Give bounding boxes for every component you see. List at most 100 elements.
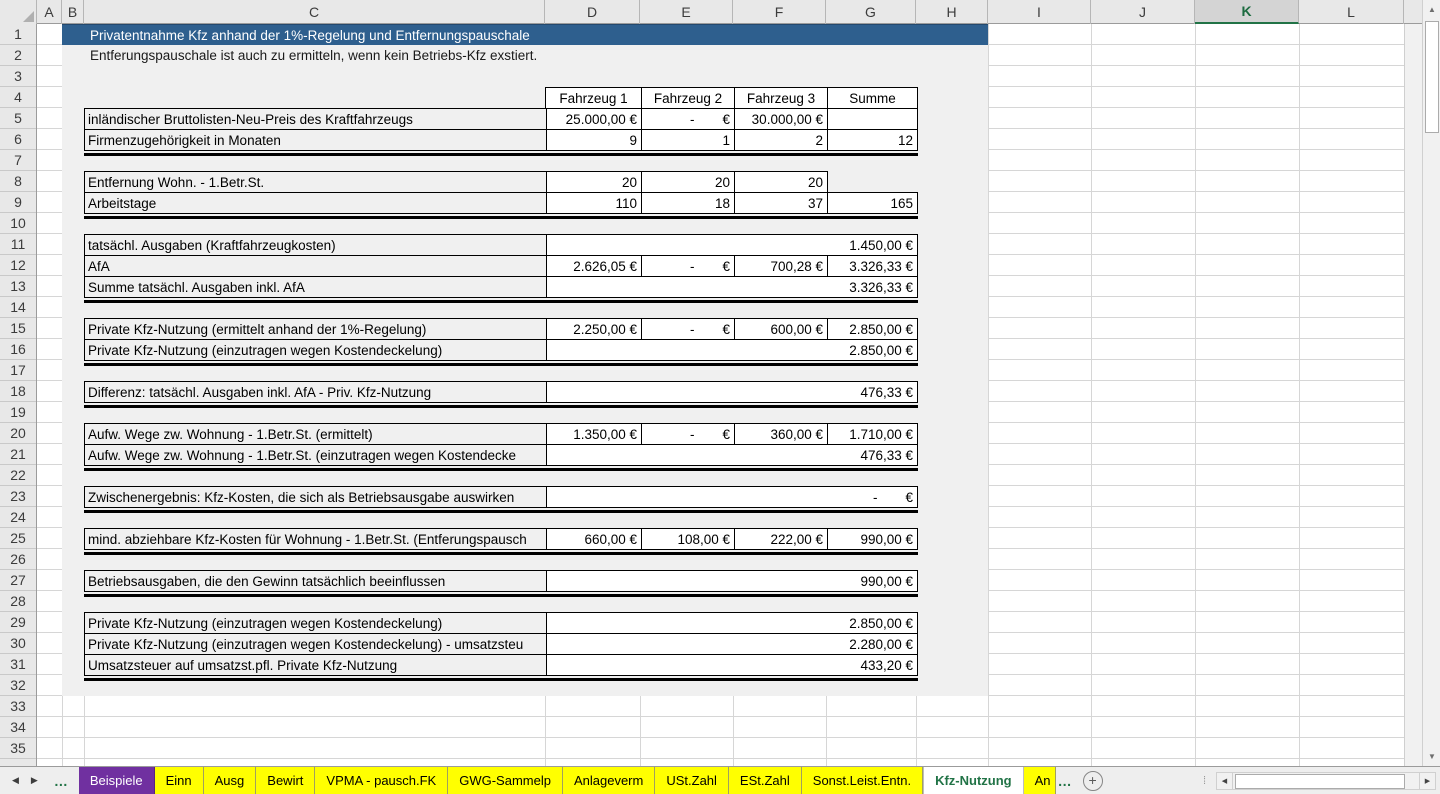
- worksheet-grid[interactable]: Privatentnahme Kfz anhand der 1%-Regelun…: [37, 24, 1404, 766]
- row-label-cell[interactable]: Firmenzugehörigkeit in Monaten: [85, 130, 546, 150]
- value-cell[interactable]: 12: [827, 130, 917, 150]
- row-header-16[interactable]: 16: [0, 339, 36, 360]
- vertical-scroll-thumb[interactable]: [1425, 21, 1439, 133]
- value-cell[interactable]: 2.850,00 €: [827, 319, 917, 339]
- merged-value-cell[interactable]: 1.450,00 €: [546, 235, 917, 255]
- column-header-I[interactable]: I: [988, 0, 1091, 24]
- tabs-overflow-right-icon[interactable]: …: [1058, 773, 1073, 789]
- scroll-right-icon[interactable]: ▶: [1419, 772, 1436, 790]
- row-label-cell[interactable]: Arbeitstage: [85, 193, 546, 213]
- horizontal-scroll-thumb[interactable]: [1235, 774, 1405, 789]
- column-header-E[interactable]: E: [640, 0, 733, 24]
- column-header-L[interactable]: L: [1299, 0, 1404, 24]
- add-sheet-button[interactable]: +: [1083, 771, 1103, 791]
- row-header-13[interactable]: 13: [0, 276, 36, 297]
- value-cell[interactable]: 37: [734, 193, 827, 213]
- horizontal-scroll-track[interactable]: [1233, 772, 1419, 790]
- row-label-cell[interactable]: Summe tatsächl. Ausgaben inkl. AfA: [85, 277, 546, 297]
- column-header-H[interactable]: H: [916, 0, 988, 24]
- value-cell[interactable]: 2.626,05 €: [546, 256, 641, 276]
- row-header-3[interactable]: 3: [0, 66, 36, 87]
- row-header-22[interactable]: 22: [0, 465, 36, 486]
- vertical-scrollbar[interactable]: ▲ ▼: [1422, 0, 1440, 766]
- sheet-tab-an[interactable]: An: [1024, 767, 1056, 794]
- column-header-J[interactable]: J: [1091, 0, 1195, 24]
- row-header-21[interactable]: 21: [0, 444, 36, 465]
- value-cell[interactable]: 25.000,00 €: [546, 109, 641, 129]
- row-label-cell[interactable]: Aufw. Wege zw. Wohnung - 1.Betr.St. (erm…: [85, 424, 546, 444]
- sheet-tab-kfz-nutzung[interactable]: Kfz-Nutzung: [923, 767, 1024, 794]
- merged-value-cell[interactable]: 3.326,33 €: [546, 277, 917, 297]
- value-cell[interactable]: -€: [641, 424, 734, 444]
- select-all-corner[interactable]: [0, 0, 37, 24]
- row-header-26[interactable]: 26: [0, 549, 36, 570]
- row-label-cell[interactable]: inländischer Bruttolisten-Neu-Preis des …: [85, 109, 546, 129]
- row-header-5[interactable]: 5: [0, 108, 36, 129]
- sheet-tab-bewirt[interactable]: Bewirt: [256, 767, 315, 794]
- value-cell[interactable]: 165: [827, 193, 917, 213]
- merged-value-cell[interactable]: -€: [546, 487, 917, 507]
- tab-splitter-icon[interactable]: ⁞: [1203, 775, 1206, 787]
- value-cell[interactable]: 20: [734, 172, 827, 192]
- sheet-tab-ausg[interactable]: Ausg: [204, 767, 257, 794]
- column-header-D[interactable]: D: [545, 0, 640, 24]
- row-label-cell[interactable]: Private Kfz-Nutzung (ermittelt anhand de…: [85, 319, 546, 339]
- row-header-19[interactable]: 19: [0, 402, 36, 423]
- column-header-C[interactable]: C: [84, 0, 545, 24]
- row-header-27[interactable]: 27: [0, 570, 36, 591]
- sheet-tab-ust-zahl[interactable]: USt.Zahl: [655, 767, 729, 794]
- column-header-F[interactable]: F: [733, 0, 826, 24]
- value-cell[interactable]: 9: [546, 130, 641, 150]
- merged-value-cell[interactable]: 2.850,00 €: [546, 340, 917, 360]
- row-header-33[interactable]: 33: [0, 696, 36, 717]
- row-header-17[interactable]: 17: [0, 360, 36, 381]
- row-header-14[interactable]: 14: [0, 297, 36, 318]
- value-cell[interactable]: -€: [641, 256, 734, 276]
- value-cell[interactable]: 108,00 €: [641, 529, 734, 549]
- row-label-cell[interactable]: Private Kfz-Nutzung (einzutragen wegen K…: [85, 340, 546, 360]
- sheet-tab-est-zahl[interactable]: ESt.Zahl: [729, 767, 802, 794]
- row-header-6[interactable]: 6: [0, 129, 36, 150]
- row-label-cell[interactable]: Differenz: tatsächl. Ausgaben inkl. AfA …: [85, 382, 546, 402]
- merged-value-cell[interactable]: 476,33 €: [546, 382, 917, 402]
- row-header-7[interactable]: 7: [0, 150, 36, 171]
- tab-scroll-left-icon[interactable]: ◀: [12, 775, 19, 786]
- value-cell[interactable]: 30.000,00 €: [734, 109, 827, 129]
- vehicle-header-cell[interactable]: Fahrzeug 2: [641, 88, 734, 108]
- scroll-up-icon[interactable]: ▲: [1424, 1, 1440, 18]
- merged-value-cell[interactable]: 2.850,00 €: [546, 613, 917, 633]
- merged-value-cell[interactable]: 990,00 €: [546, 571, 917, 591]
- value-cell[interactable]: 20: [546, 172, 641, 192]
- value-cell[interactable]: 600,00 €: [734, 319, 827, 339]
- row-header-8[interactable]: 8: [0, 171, 36, 192]
- value-cell[interactable]: -€: [641, 109, 734, 129]
- value-cell[interactable]: 660,00 €: [546, 529, 641, 549]
- sheet-tab-vpma-pausch-fk[interactable]: VPMA - pausch.FK: [315, 767, 448, 794]
- value-cell[interactable]: 2.250,00 €: [546, 319, 641, 339]
- row-label-cell[interactable]: AfA: [85, 256, 546, 276]
- row-header-10[interactable]: 10: [0, 213, 36, 234]
- row-label-cell[interactable]: Zwischenergebnis: Kfz-Kosten, die sich a…: [85, 487, 546, 507]
- row-label-cell[interactable]: Betriebsausgaben, die den Gewinn tatsäch…: [85, 571, 546, 591]
- value-cell[interactable]: 110: [546, 193, 641, 213]
- row-label-cell[interactable]: Private Kfz-Nutzung (einzutragen wegen K…: [85, 634, 546, 654]
- value-cell[interactable]: 1.350,00 €: [546, 424, 641, 444]
- row-header-15[interactable]: 15: [0, 318, 36, 339]
- row-header-2[interactable]: 2: [0, 45, 36, 66]
- sheet-tab-anlageverm[interactable]: Anlageverm: [563, 767, 655, 794]
- sheet-tab-einn[interactable]: Einn: [155, 767, 204, 794]
- row-header-25[interactable]: 25: [0, 528, 36, 549]
- value-cell[interactable]: -€: [641, 319, 734, 339]
- row-label-cell[interactable]: Aufw. Wege zw. Wohnung - 1.Betr.St. (ein…: [85, 445, 546, 465]
- vehicle-header-cell[interactable]: Fahrzeug 3: [734, 88, 827, 108]
- value-cell[interactable]: 700,28 €: [734, 256, 827, 276]
- merged-value-cell[interactable]: 2.280,00 €: [546, 634, 917, 654]
- row-label-cell[interactable]: tatsächl. Ausgaben (Kraftfahrzeugkosten): [85, 235, 546, 255]
- row-header-28[interactable]: 28: [0, 591, 36, 612]
- value-cell[interactable]: 18: [641, 193, 734, 213]
- row-header-29[interactable]: 29: [0, 612, 36, 633]
- row-header-12[interactable]: 12: [0, 255, 36, 276]
- vehicle-header-cell[interactable]: Fahrzeug 1: [546, 88, 641, 108]
- row-header-30[interactable]: 30: [0, 633, 36, 654]
- tabs-overflow-left-icon[interactable]: …: [54, 773, 69, 789]
